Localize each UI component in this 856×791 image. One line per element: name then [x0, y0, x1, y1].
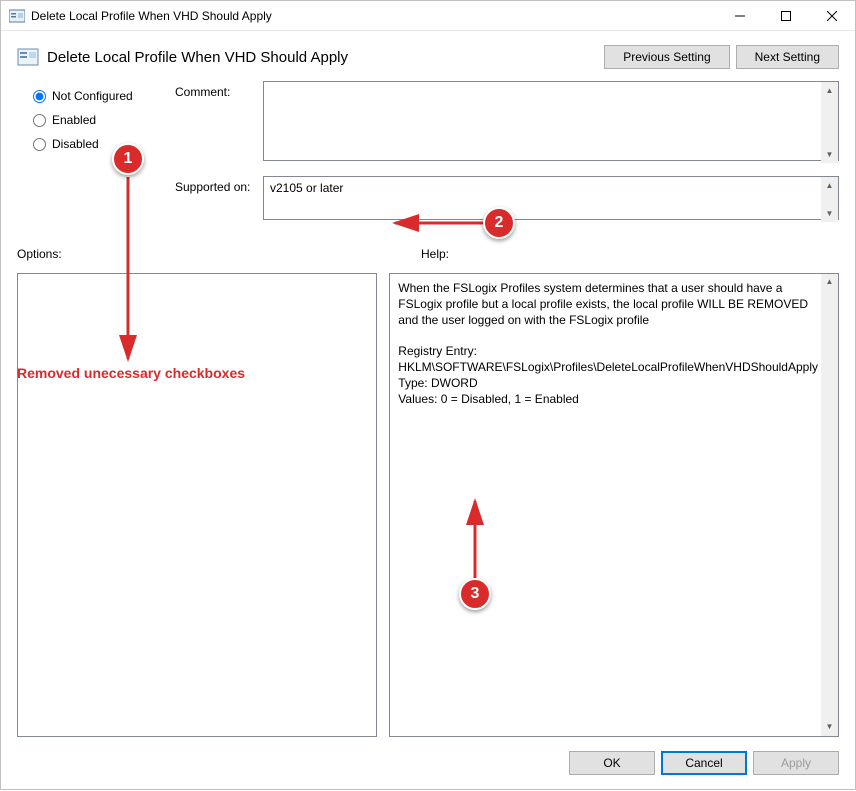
options-pane: [17, 273, 377, 737]
radio-not-configured-input[interactable]: [33, 90, 46, 103]
supported-wrap: ▲ ▼: [263, 176, 839, 223]
radio-disabled-label: Disabled: [52, 137, 99, 151]
app-icon: [9, 8, 25, 24]
radio-not-configured[interactable]: Not Configured: [33, 89, 175, 103]
scroll-up-icon[interactable]: ▲: [821, 82, 838, 99]
help-registry-line: Registry Entry: HKLM\SOFTWARE\FSLogix\Pr…: [398, 343, 818, 375]
comment-scrollbar[interactable]: ▲ ▼: [821, 82, 838, 163]
help-values-line: Values: 0 = Disabled, 1 = Enabled: [398, 391, 818, 407]
help-pane: When the FSLogix Profiles system determi…: [389, 273, 839, 737]
supported-label: Supported on:: [175, 176, 263, 223]
radio-disabled[interactable]: Disabled: [33, 137, 175, 151]
upper-section: Not Configured Enabled Disabled Comment:…: [1, 77, 855, 231]
page-title: Delete Local Profile When VHD Should App…: [47, 49, 604, 66]
scroll-down-icon[interactable]: ▼: [821, 205, 838, 222]
radio-disabled-input[interactable]: [33, 138, 46, 151]
policy-icon: [17, 46, 39, 68]
apply-button[interactable]: Apply: [753, 751, 839, 775]
panes-row: When the FSLogix Profiles system determi…: [1, 265, 855, 737]
comment-field: Comment: ▲ ▼: [175, 81, 839, 164]
scroll-down-icon[interactable]: ▼: [821, 719, 838, 736]
pane-labels: Options: Help:: [1, 231, 855, 265]
scroll-up-icon[interactable]: ▲: [821, 274, 838, 291]
previous-setting-button[interactable]: Previous Setting: [604, 45, 729, 69]
radio-not-configured-label: Not Configured: [52, 89, 133, 103]
options-label: Options:: [17, 247, 421, 261]
close-button[interactable]: [809, 1, 855, 31]
nav-buttons: Previous Setting Next Setting: [604, 45, 839, 69]
header: Delete Local Profile When VHD Should App…: [1, 31, 855, 77]
ok-button[interactable]: OK: [569, 751, 655, 775]
titlebar: Delete Local Profile When VHD Should App…: [1, 1, 855, 31]
scroll-down-icon[interactable]: ▼: [821, 146, 838, 163]
comment-textarea[interactable]: [263, 81, 839, 161]
footer: OK Cancel Apply: [1, 737, 855, 789]
maximize-button[interactable]: [763, 1, 809, 31]
radio-enabled-input[interactable]: [33, 114, 46, 127]
help-scrollbar[interactable]: ▲ ▼: [821, 274, 838, 736]
window-title: Delete Local Profile When VHD Should App…: [31, 9, 717, 23]
fields-column: Comment: ▲ ▼ Supported on: ▲ ▼: [175, 81, 839, 231]
radio-enabled-label: Enabled: [52, 113, 96, 127]
help-label: Help:: [421, 247, 449, 261]
supported-scrollbar[interactable]: ▲ ▼: [821, 177, 838, 222]
next-setting-button[interactable]: Next Setting: [736, 45, 839, 69]
state-radios: Not Configured Enabled Disabled: [33, 81, 175, 231]
scroll-up-icon[interactable]: ▲: [821, 177, 838, 194]
supported-field: Supported on: ▲ ▼: [175, 176, 839, 223]
radio-enabled[interactable]: Enabled: [33, 113, 175, 127]
help-paragraph-1: When the FSLogix Profiles system determi…: [398, 280, 818, 329]
comment-wrap: ▲ ▼: [263, 81, 839, 164]
minimize-button[interactable]: [717, 1, 763, 31]
comment-label: Comment:: [175, 81, 263, 164]
supported-textarea: [263, 176, 839, 220]
cancel-button[interactable]: Cancel: [661, 751, 747, 775]
help-type-line: Type: DWORD: [398, 375, 818, 391]
window-controls: [717, 1, 855, 31]
